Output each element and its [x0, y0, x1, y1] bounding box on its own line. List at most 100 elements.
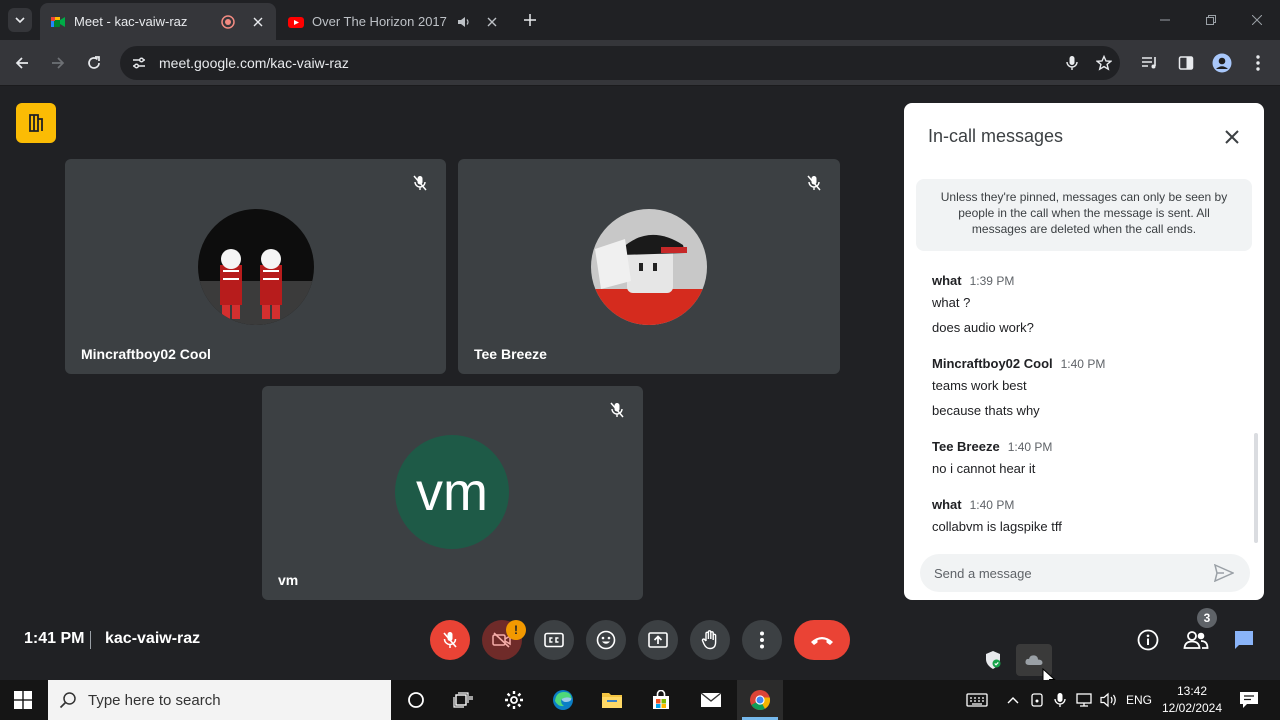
message-group: what 1:40 PM collabvm is lagspike tff — [932, 497, 1242, 534]
chevron-down-icon — [15, 17, 25, 24]
network-icon[interactable] — [1074, 688, 1096, 712]
mic-off-icon — [410, 173, 430, 193]
media-controls-button[interactable] — [1137, 50, 1163, 76]
microphone-tray-icon[interactable] — [1050, 688, 1070, 712]
chat-bubble-icon — [1235, 631, 1253, 649]
edge-app[interactable] — [540, 680, 586, 720]
participant-tile[interactable]: vm vm — [262, 386, 643, 600]
avatar-initials: vm — [416, 462, 488, 522]
people-button[interactable] — [1181, 625, 1211, 655]
speaker-icon[interactable] — [456, 14, 472, 30]
taskbar-clock[interactable]: 13:42 12/02/2024 — [1160, 683, 1224, 717]
chat-button[interactable] — [1229, 625, 1259, 655]
profile-button[interactable] — [1209, 50, 1235, 76]
message-input[interactable]: Send a message — [920, 554, 1250, 592]
task-view-button[interactable] — [440, 680, 486, 720]
meeting-info-badge[interactable] — [16, 103, 56, 143]
message-text: what ? — [932, 295, 971, 310]
chrome-icon — [750, 690, 771, 711]
chevron-up-icon[interactable] — [1004, 688, 1022, 712]
cortana-circle-icon — [408, 692, 424, 708]
message-text: collabvm is lagspike tff — [932, 519, 1062, 534]
mic-off-icon — [804, 173, 824, 193]
more-vert-icon — [760, 631, 764, 649]
security-shield-icon[interactable] — [975, 644, 1011, 676]
message-text: does audio work? — [932, 320, 1034, 335]
message-sender: Mincraftboy02 Cool — [932, 356, 1053, 371]
clock-time: 13:42 — [1176, 684, 1208, 698]
more-vert-icon — [1256, 55, 1260, 71]
close-tab-icon[interactable] — [484, 14, 500, 30]
restore-icon — [1206, 15, 1216, 25]
forward-button[interactable] — [45, 50, 71, 76]
tab-search-button[interactable] — [8, 8, 32, 32]
participant-tile[interactable]: Tee Breeze — [458, 159, 840, 374]
more-options-button[interactable] — [742, 620, 782, 660]
microphone-toggle-button[interactable] — [430, 620, 470, 660]
meeting-details-button[interactable] — [1133, 625, 1163, 655]
settings-app[interactable] — [491, 680, 537, 720]
new-tab-button[interactable] — [518, 10, 542, 30]
hang-up-icon — [811, 637, 833, 645]
minimize-icon — [1160, 19, 1170, 21]
chat-scrollbar[interactable] — [1254, 433, 1258, 543]
url-text[interactable]: meet.google.com/kac-vaiw-raz — [159, 55, 1056, 71]
raise-hand-button[interactable] — [690, 620, 730, 660]
notification-center-icon[interactable] — [1234, 688, 1264, 712]
meeting-clock: 1:41 PM — [24, 630, 85, 647]
close-chat-button[interactable] — [1218, 123, 1246, 151]
present-icon — [648, 632, 668, 648]
restore-button[interactable] — [1188, 0, 1234, 40]
edge-icon — [553, 690, 573, 710]
plus-icon — [524, 14, 536, 26]
minimize-button[interactable] — [1142, 0, 1188, 40]
message-input-placeholder: Send a message — [934, 565, 1032, 581]
tab-title: Meet - kac-vaiw-raz — [74, 14, 188, 29]
camera-warning-badge: ! — [506, 620, 526, 640]
browser-menu-button[interactable] — [1245, 50, 1271, 76]
divider — [90, 631, 91, 649]
clock-date: 12/02/2024 — [1161, 701, 1223, 715]
envelope-icon — [700, 692, 722, 707]
message-text: teams work best — [932, 378, 1027, 393]
microphone-icon[interactable] — [1056, 47, 1088, 79]
message-time: 1:39 PM — [969, 274, 1015, 288]
file-explorer-app[interactable] — [589, 680, 635, 720]
door-icon — [29, 114, 43, 132]
site-settings-icon[interactable] — [122, 46, 156, 80]
bookmark-star-icon[interactable] — [1088, 47, 1120, 79]
close-window-button[interactable] — [1234, 0, 1280, 40]
reload-button[interactable] — [81, 50, 107, 76]
back-button[interactable] — [9, 50, 35, 76]
avatar — [198, 209, 314, 325]
participant-name: Tee Breeze — [474, 346, 547, 362]
address-bar[interactable]: meet.google.com/kac-vaiw-raz — [120, 46, 1120, 80]
reactions-button[interactable] — [586, 620, 626, 660]
captions-button[interactable] — [534, 620, 574, 660]
info-icon — [1137, 629, 1159, 651]
send-icon[interactable] — [1212, 561, 1236, 585]
keyboard-icon[interactable] — [962, 688, 992, 712]
side-panel-button[interactable] — [1173, 50, 1199, 76]
mail-app[interactable] — [688, 680, 734, 720]
participant-tile[interactable]: Mincraftboy02 Cool — [65, 159, 446, 374]
language-indicator[interactable]: ENG — [1124, 688, 1154, 712]
chrome-app[interactable] — [737, 680, 783, 720]
recording-icon — [220, 14, 236, 30]
start-button[interactable] — [0, 680, 46, 720]
tab-youtube[interactable]: Over The Horizon 2017 - Yo — [278, 3, 510, 40]
store-app[interactable] — [638, 680, 684, 720]
device-icon[interactable] — [1027, 688, 1047, 712]
taskbar-search[interactable]: Type here to search — [48, 680, 391, 720]
arrow-right-icon — [52, 57, 65, 69]
tab-meet[interactable]: Meet - kac-vaiw-raz — [40, 3, 276, 40]
chat-notice: Unless they're pinned, messages can only… — [916, 179, 1252, 251]
leave-call-button[interactable] — [794, 620, 850, 660]
avatar: vm — [395, 435, 509, 549]
tab-title: Over The Horizon 2017 - Yo — [312, 14, 450, 29]
volume-icon[interactable] — [1098, 688, 1120, 712]
cortana-button[interactable] — [393, 680, 439, 720]
present-screen-button[interactable] — [638, 620, 678, 660]
windows-logo-icon — [14, 691, 32, 709]
close-tab-icon[interactable] — [250, 14, 266, 30]
